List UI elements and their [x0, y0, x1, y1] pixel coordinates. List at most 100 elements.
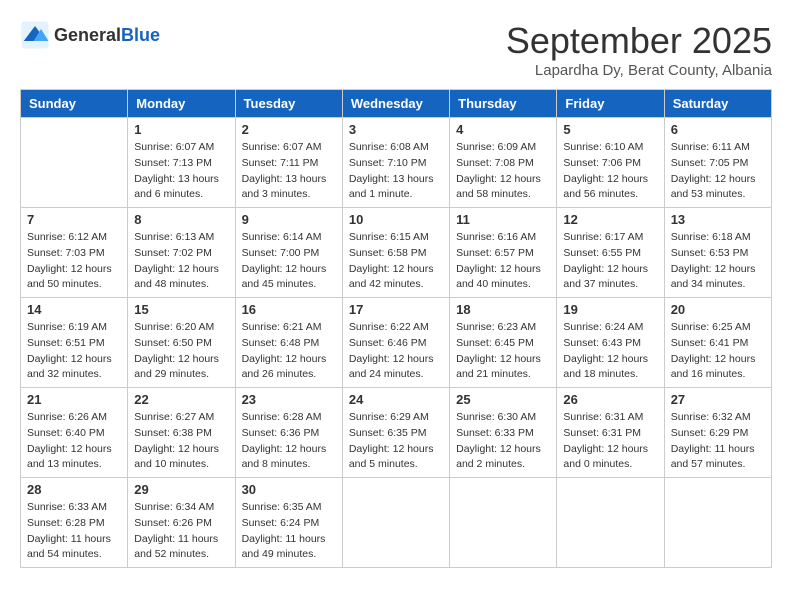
- day-info: Sunrise: 6:34 AMSunset: 6:26 PMDaylight:…: [134, 500, 228, 563]
- calendar-cell: 5 Sunrise: 6:10 AMSunset: 7:06 PMDaylight…: [557, 118, 664, 208]
- calendar-cell: 8 Sunrise: 6:13 AMSunset: 7:02 PMDaylight…: [128, 208, 235, 298]
- day-info: Sunrise: 6:07 AMSunset: 7:13 PMDaylight:…: [134, 140, 228, 203]
- day-info: Sunrise: 6:30 AMSunset: 6:33 PMDaylight:…: [456, 410, 550, 473]
- calendar-cell: 4 Sunrise: 6:09 AMSunset: 7:08 PMDaylight…: [450, 118, 557, 208]
- day-number: 30: [242, 482, 336, 497]
- day-header-wednesday: Wednesday: [342, 90, 449, 118]
- day-number: 28: [27, 482, 121, 497]
- calendar-cell: 17 Sunrise: 6:22 AMSunset: 6:46 PMDayligh…: [342, 298, 449, 388]
- day-number: 13: [671, 212, 765, 227]
- day-info: Sunrise: 6:18 AMSunset: 6:53 PMDaylight:…: [671, 230, 765, 293]
- calendar-cell: 18 Sunrise: 6:23 AMSunset: 6:45 PMDayligh…: [450, 298, 557, 388]
- day-info: Sunrise: 6:08 AMSunset: 7:10 PMDaylight:…: [349, 140, 443, 203]
- day-info: Sunrise: 6:33 AMSunset: 6:28 PMDaylight:…: [27, 500, 121, 563]
- day-header-saturday: Saturday: [664, 90, 771, 118]
- calendar-cell: 24Sunrise: 6:29 AMSunset: 6:35 PMDayligh…: [342, 388, 449, 478]
- day-number: 6: [671, 122, 765, 137]
- day-number: 10: [349, 212, 443, 227]
- day-number: 26: [563, 392, 657, 407]
- day-number: 17: [349, 302, 443, 317]
- day-number: 8: [134, 212, 228, 227]
- calendar-cell: 1 Sunrise: 6:07 AMSunset: 7:13 PMDaylight…: [128, 118, 235, 208]
- day-info: Sunrise: 6:19 AMSunset: 6:51 PMDaylight:…: [27, 320, 121, 383]
- calendar-table: SundayMondayTuesdayWednesdayThursdayFrid…: [20, 89, 772, 568]
- day-header-sunday: Sunday: [21, 90, 128, 118]
- day-number: 21: [27, 392, 121, 407]
- calendar-cell: 27 Sunrise: 6:32 AMSunset: 6:29 PMDayligh…: [664, 388, 771, 478]
- day-info: Sunrise: 6:22 AMSunset: 6:46 PMDaylight:…: [349, 320, 443, 383]
- day-info: Sunrise: 6:20 AMSunset: 6:50 PMDaylight:…: [134, 320, 228, 383]
- calendar-cell: 21Sunrise: 6:26 AMSunset: 6:40 PMDayligh…: [21, 388, 128, 478]
- day-number: 3: [349, 122, 443, 137]
- day-info: Sunrise: 6:14 AMSunset: 7:00 PMDaylight:…: [242, 230, 336, 293]
- day-number: 7: [27, 212, 121, 227]
- day-header-friday: Friday: [557, 90, 664, 118]
- day-number: 23: [242, 392, 336, 407]
- day-header-tuesday: Tuesday: [235, 90, 342, 118]
- calendar-cell: [450, 478, 557, 568]
- logo: GeneralBlue: [20, 20, 160, 50]
- calendar-cell: 7Sunrise: 6:12 AMSunset: 7:03 PMDaylight…: [21, 208, 128, 298]
- day-number: 22: [134, 392, 228, 407]
- day-info: Sunrise: 6:31 AMSunset: 6:31 PMDaylight:…: [563, 410, 657, 473]
- calendar-cell: 10Sunrise: 6:15 AMSunset: 6:58 PMDayligh…: [342, 208, 449, 298]
- calendar-cell: 15 Sunrise: 6:20 AMSunset: 6:50 PMDayligh…: [128, 298, 235, 388]
- calendar-cell: [342, 478, 449, 568]
- calendar-header-row: SundayMondayTuesdayWednesdayThursdayFrid…: [21, 90, 772, 118]
- calendar-week-row: 28 Sunrise: 6:33 AMSunset: 6:28 PMDayligh…: [21, 478, 772, 568]
- calendar-cell: [21, 118, 128, 208]
- day-number: 11: [456, 212, 550, 227]
- day-number: 12: [563, 212, 657, 227]
- calendar-cell: 29 Sunrise: 6:34 AMSunset: 6:26 PMDayligh…: [128, 478, 235, 568]
- month-title: September 2025: [506, 20, 772, 62]
- day-number: 1: [134, 122, 228, 137]
- page-header: GeneralBlue September 2025 Lapardha Dy, …: [20, 20, 772, 79]
- calendar-cell: 2 Sunrise: 6:07 AMSunset: 7:11 PMDaylight…: [235, 118, 342, 208]
- day-info: Sunrise: 6:24 AMSunset: 6:43 PMDaylight:…: [563, 320, 657, 383]
- calendar-cell: 28 Sunrise: 6:33 AMSunset: 6:28 PMDayligh…: [21, 478, 128, 568]
- day-number: 29: [134, 482, 228, 497]
- day-number: 25: [456, 392, 550, 407]
- day-number: 24: [349, 392, 443, 407]
- logo-text-blue: Blue: [121, 25, 160, 45]
- location-subtitle: Lapardha Dy, Berat County, Albania: [506, 62, 772, 79]
- day-info: Sunrise: 6:27 AMSunset: 6:38 PMDaylight:…: [134, 410, 228, 473]
- calendar-cell: 16Sunrise: 6:21 AMSunset: 6:48 PMDayligh…: [235, 298, 342, 388]
- calendar-cell: 3 Sunrise: 6:08 AMSunset: 7:10 PMDaylight…: [342, 118, 449, 208]
- calendar-cell: 13 Sunrise: 6:18 AMSunset: 6:53 PMDayligh…: [664, 208, 771, 298]
- calendar-cell: 23Sunrise: 6:28 AMSunset: 6:36 PMDayligh…: [235, 388, 342, 478]
- calendar-week-row: 1 Sunrise: 6:07 AMSunset: 7:13 PMDaylight…: [21, 118, 772, 208]
- calendar-cell: 19 Sunrise: 6:24 AMSunset: 6:43 PMDayligh…: [557, 298, 664, 388]
- day-number: 18: [456, 302, 550, 317]
- calendar-cell: 26 Sunrise: 6:31 AMSunset: 6:31 PMDayligh…: [557, 388, 664, 478]
- calendar-week-row: 21Sunrise: 6:26 AMSunset: 6:40 PMDayligh…: [21, 388, 772, 478]
- day-number: 16: [242, 302, 336, 317]
- day-number: 15: [134, 302, 228, 317]
- day-info: Sunrise: 6:32 AMSunset: 6:29 PMDaylight:…: [671, 410, 765, 473]
- calendar-cell: 14Sunrise: 6:19 AMSunset: 6:51 PMDayligh…: [21, 298, 128, 388]
- calendar-cell: 9 Sunrise: 6:14 AMSunset: 7:00 PMDaylight…: [235, 208, 342, 298]
- calendar-cell: 11 Sunrise: 6:16 AMSunset: 6:57 PMDayligh…: [450, 208, 557, 298]
- calendar-cell: [557, 478, 664, 568]
- day-info: Sunrise: 6:13 AMSunset: 7:02 PMDaylight:…: [134, 230, 228, 293]
- day-info: Sunrise: 6:16 AMSunset: 6:57 PMDaylight:…: [456, 230, 550, 293]
- day-header-thursday: Thursday: [450, 90, 557, 118]
- day-number: 9: [242, 212, 336, 227]
- day-number: 20: [671, 302, 765, 317]
- day-info: Sunrise: 6:23 AMSunset: 6:45 PMDaylight:…: [456, 320, 550, 383]
- day-info: Sunrise: 6:09 AMSunset: 7:08 PMDaylight:…: [456, 140, 550, 203]
- day-info: Sunrise: 6:10 AMSunset: 7:06 PMDaylight:…: [563, 140, 657, 203]
- day-number: 4: [456, 122, 550, 137]
- calendar-cell: 6Sunrise: 6:11 AMSunset: 7:05 PMDaylight…: [664, 118, 771, 208]
- day-number: 5: [563, 122, 657, 137]
- calendar-cell: 12Sunrise: 6:17 AMSunset: 6:55 PMDayligh…: [557, 208, 664, 298]
- calendar-week-row: 7Sunrise: 6:12 AMSunset: 7:03 PMDaylight…: [21, 208, 772, 298]
- calendar-cell: 22 Sunrise: 6:27 AMSunset: 6:38 PMDayligh…: [128, 388, 235, 478]
- day-number: 2: [242, 122, 336, 137]
- day-number: 19: [563, 302, 657, 317]
- day-info: Sunrise: 6:07 AMSunset: 7:11 PMDaylight:…: [242, 140, 336, 203]
- title-block: September 2025 Lapardha Dy, Berat County…: [506, 20, 772, 79]
- calendar-week-row: 14Sunrise: 6:19 AMSunset: 6:51 PMDayligh…: [21, 298, 772, 388]
- logo-text-general: General: [54, 25, 121, 45]
- day-number: 27: [671, 392, 765, 407]
